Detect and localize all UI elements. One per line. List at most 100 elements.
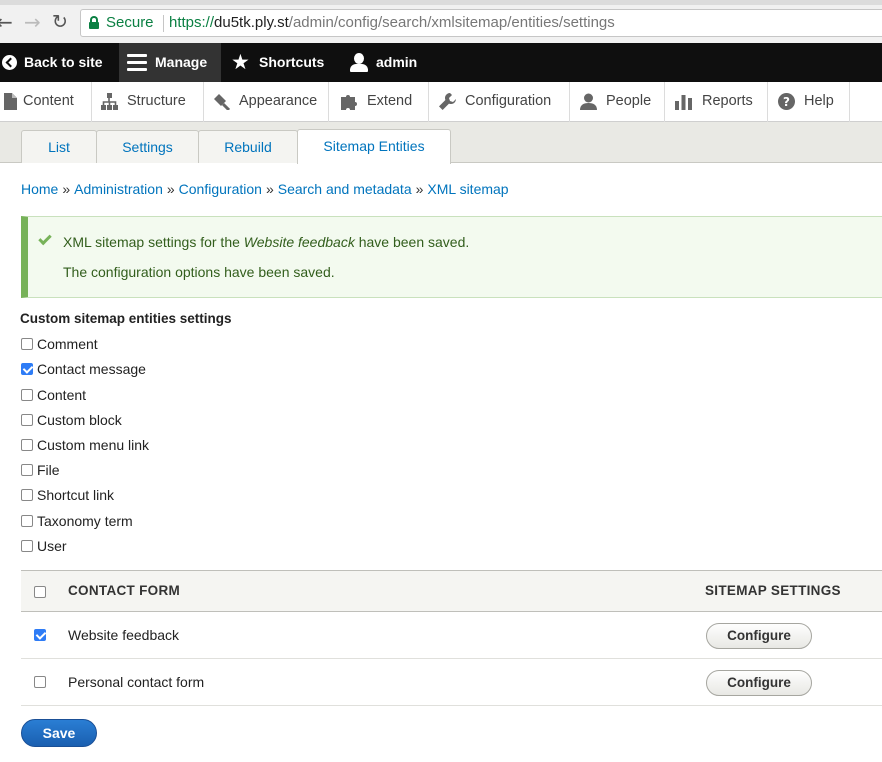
checkbox[interactable]: [21, 338, 33, 350]
tab-settings[interactable]: Settings: [96, 130, 199, 163]
back-to-site-link[interactable]: Back to site: [0, 43, 103, 82]
menu-item-label: Structure: [127, 93, 186, 109]
star-icon: ★: [231, 50, 250, 74]
user-tab[interactable]: admin: [348, 43, 417, 82]
checkbox[interactable]: [21, 389, 33, 401]
status-entity-name: Website feedback: [243, 234, 355, 250]
breadcrumb-separator: »: [415, 181, 424, 197]
checkbox-label: Shortcut link: [37, 487, 115, 503]
shortcuts-tab[interactable]: ★ Shortcuts: [231, 43, 324, 82]
breadcrumb-separator: »: [62, 181, 71, 197]
breadcrumb-search-metadata[interactable]: Search and metadata: [278, 181, 412, 197]
menu-item-label: Extend: [367, 93, 413, 109]
file-icon: [4, 93, 17, 110]
breadcrumb-home[interactable]: Home: [21, 181, 58, 197]
checkbox[interactable]: [21, 414, 33, 426]
menu-item-label: Reports: [702, 93, 753, 109]
tab-sitemap-entities[interactable]: Sitemap Entities: [297, 129, 451, 164]
checkbox[interactable]: [21, 515, 33, 527]
secure-label: Secure: [106, 14, 154, 31]
select-all-checkbox[interactable]: [34, 586, 46, 598]
checkbox[interactable]: [21, 464, 33, 476]
checkbox-label: Contact message: [37, 361, 146, 377]
tab-list[interactable]: List: [21, 130, 97, 163]
browser-tab-strip: [0, 0, 882, 5]
status-prefix: XML sitemap settings for the: [63, 234, 244, 250]
person-icon: [580, 93, 597, 110]
breadcrumb-separator: »: [166, 181, 175, 197]
wrench-icon: [439, 93, 456, 110]
back-to-site-label: Back to site: [24, 54, 103, 70]
sitemap-icon: [101, 93, 118, 110]
checkbox-label: Taxonomy term: [37, 513, 133, 529]
url-separator: [163, 15, 164, 32]
table-row: Website feedback Configure: [21, 612, 882, 659]
puzzle-icon: [341, 95, 357, 110]
menu-item-configuration[interactable]: Configuration: [429, 82, 570, 122]
menu-item-appearance[interactable]: Appearance: [204, 82, 329, 122]
question-icon: ?: [778, 93, 795, 110]
menu-item-content[interactable]: Content: [0, 82, 92, 122]
admin-menu-tray: Content Structure Appearance Extend Conf…: [0, 82, 882, 122]
checkbox-label: Custom menu link: [37, 437, 150, 453]
menu-item-structure[interactable]: Structure: [92, 82, 204, 122]
url-field[interactable]: Secure https://du5tk.ply.st/admin/config…: [80, 9, 882, 37]
status-message: XML sitemap settings for the Website fee…: [21, 216, 882, 298]
column-header-contact-form: CONTACT FORM: [68, 583, 181, 598]
url-text: https://du5tk.ply.st/admin/config/search…: [169, 10, 615, 36]
forward-arrow-icon[interactable]: →: [24, 12, 41, 32]
menu-item-label: Content: [23, 93, 74, 109]
configure-button[interactable]: Configure: [706, 623, 812, 649]
shortcuts-label: Shortcuts: [259, 54, 325, 70]
menu-item-help[interactable]: ? Help: [768, 82, 850, 122]
breadcrumb-administration[interactable]: Administration: [74, 181, 163, 197]
menu-item-reports[interactable]: Reports: [665, 82, 768, 122]
menu-item-extend[interactable]: Extend: [329, 82, 429, 122]
table-row: Personal contact form Configure: [21, 659, 882, 706]
menu-item-label: Help: [804, 93, 834, 109]
manage-label: Manage: [155, 54, 208, 70]
row-name: Website feedback: [68, 627, 180, 643]
tab-rebuild[interactable]: Rebuild: [198, 130, 298, 163]
checkbox-label: User: [37, 538, 67, 554]
checkbox[interactable]: [21, 489, 33, 501]
hamburger-icon: [127, 54, 147, 71]
url-host: du5tk.ply.st: [214, 14, 289, 31]
row-name: Personal contact form: [68, 674, 205, 690]
url-scheme: https://: [169, 14, 215, 31]
table-header: CONTACT FORM SITEMAP SETTINGS: [21, 570, 882, 612]
status-line-saved-settings: XML sitemap settings for the Website fee…: [63, 234, 469, 250]
menu-item-label: People: [606, 93, 652, 109]
back-circle-icon: [2, 55, 17, 70]
breadcrumb: Home» Administration» Configuration» Search…: [21, 181, 509, 197]
checkbox-label: File: [37, 462, 60, 478]
browser-address-bar: ← → ↻ Secure https://du5tk.ply.st/admin/…: [0, 0, 882, 44]
menu-item-people[interactable]: People: [570, 82, 665, 122]
configure-button[interactable]: Configure: [706, 670, 812, 696]
lock-icon: [89, 16, 99, 29]
breadcrumb-configuration[interactable]: Configuration: [179, 181, 262, 197]
checkbox-label: Content: [37, 387, 87, 403]
bar-chart-icon: [675, 95, 692, 110]
user-icon: [350, 53, 368, 72]
primary-tabs: List Settings Rebuild Sitemap Entities: [0, 122, 882, 164]
manage-tab[interactable]: Manage: [119, 43, 221, 82]
checkbox[interactable]: [21, 439, 33, 451]
menu-item-label: Appearance: [239, 93, 318, 109]
row-checkbox-checked[interactable]: [34, 629, 46, 641]
breadcrumb-xml-sitemap[interactable]: XML sitemap: [427, 181, 508, 197]
url-path: /admin/config/search/xmlsitemap/entities…: [288, 14, 615, 31]
reload-icon[interactable]: ↻: [52, 12, 68, 32]
breadcrumb-separator: »: [265, 181, 274, 197]
entities-heading: Custom sitemap entities settings: [20, 311, 232, 326]
column-header-sitemap-settings: SITEMAP SETTINGS: [705, 583, 841, 598]
status-line-config-saved: The configuration options have been save…: [63, 264, 335, 280]
paintbrush-icon: [214, 94, 230, 110]
admin-toolbar: Back to site Manage ★ Shortcuts admin: [0, 43, 882, 82]
checkbox-checked[interactable]: [21, 363, 33, 375]
back-arrow-icon[interactable]: ←: [0, 12, 13, 32]
row-checkbox[interactable]: [34, 676, 46, 688]
menu-item-label: Configuration: [465, 93, 552, 109]
save-button[interactable]: Save: [21, 719, 97, 747]
checkbox[interactable]: [21, 540, 33, 552]
